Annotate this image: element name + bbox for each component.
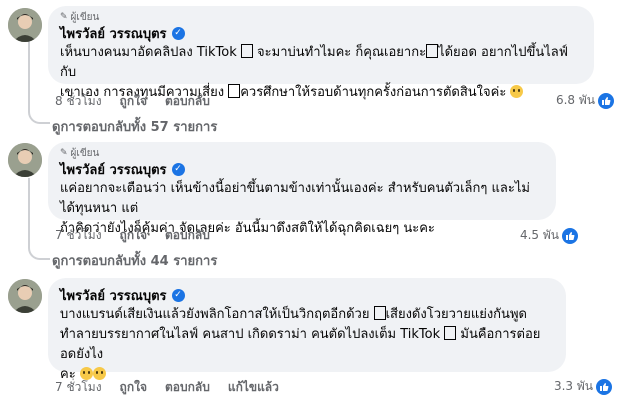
author-name[interactable]: ไพรวัลย์ วรรณบุตร: [60, 285, 167, 306]
unknown-glyph-icon: [426, 44, 439, 58]
author-badge: ✎ ผู้เขียน: [60, 147, 100, 159]
timestamp[interactable]: 8 ชั่วโมง: [55, 92, 102, 111]
comment-actions: 8 ชั่วโมง ถูกใจ ตอบกลับ: [55, 92, 210, 111]
reply-button[interactable]: ตอบกลับ: [165, 378, 210, 397]
avatar[interactable]: [8, 279, 42, 313]
like-button[interactable]: ถูกใจ: [120, 226, 147, 245]
avatar[interactable]: [8, 8, 42, 42]
comment-text-segment: ควรศึกษาให้รอบด้านทุกครั้งก่อนการตัดสินใ…: [240, 85, 511, 100]
pencil-icon: ✎: [60, 148, 68, 158]
emoji-icon: [510, 85, 524, 98]
pencil-icon: ✎: [60, 12, 68, 22]
unknown-glyph-icon: [240, 44, 253, 58]
thread-line: [28, 178, 30, 244]
comment-bubble: ✎ ผู้เขียน ไพรวัลย์ วรรณบุตร ✓ แค่อยากจะ…: [48, 142, 556, 236]
like-button[interactable]: ถูกใจ: [120, 378, 147, 397]
verified-check-icon: ✓: [171, 163, 185, 176]
verified-check-icon: ✓: [171, 27, 185, 40]
timestamp[interactable]: 7 ชั่วโมง: [55, 378, 102, 397]
like-button[interactable]: ถูกใจ: [120, 92, 147, 111]
thread-line: [28, 40, 30, 110]
thumbs-up-icon: [596, 378, 612, 395]
comment-text-segment: เสียงดังโวยวายแย่งกันพูด: [385, 307, 527, 322]
comment-text-segment: ทำลายบรรยากาศในไลฟ์ คนสาป เกิดดราม่า คนต…: [60, 327, 445, 342]
author-badge: ✎ ผู้เขียน: [60, 11, 100, 23]
comment-text-segment: จะมาบ่นทำไมคะ ก็คุณเอยากะ: [252, 45, 427, 60]
edited-label[interactable]: แก้ไขแล้ว: [228, 378, 279, 397]
view-replies-link[interactable]: ดูการตอบกลับทั้ง 57 รายการ: [52, 116, 217, 137]
comment-line: บางแบรนด์เสียเงินแล้วยังพลิกโอกาสให้เป็น…: [60, 305, 554, 325]
reply-button[interactable]: ตอบกลับ: [165, 226, 210, 245]
author-name[interactable]: ไพรวัลย์ วรรณบุตร: [60, 23, 167, 44]
thread-connector: [28, 244, 50, 260]
comment-line: แค่อยากจะเตือนว่า เห็นข้างนี้อย่าขึ้นตาม…: [60, 179, 544, 219]
comment-line: เห็นบางคนมาอัดคลิปลง TikTok จะมาบ่นทำไมค…: [60, 43, 582, 83]
timestamp[interactable]: 7 ชั่วโมง: [55, 226, 102, 245]
comment-actions: 7 ชั่วโมง ถูกใจ ตอบกลับ: [55, 226, 210, 245]
unknown-glyph-icon: [228, 84, 241, 98]
comment-line: ทำลายบรรยากาศในไลฟ์ คนสาป เกิดดราม่า คนต…: [60, 325, 554, 365]
thumbs-up-icon: [562, 227, 578, 244]
reaction-count[interactable]: 4.5 พัน: [520, 226, 578, 245]
unknown-glyph-icon: [373, 306, 386, 320]
comment-actions: 7 ชั่วโมง ถูกใจ ตอบกลับ แก้ไขแล้ว: [55, 378, 279, 397]
author-name[interactable]: ไพรวัลย์ วรรณบุตร: [60, 159, 167, 180]
comment-text-segment: เห็นบางคนมาอัดคลิปลง TikTok: [60, 45, 241, 60]
comment-bubble: ไพรวัลย์ วรรณบุตร ✓ บางแบรนด์เสียเงินแล้…: [48, 278, 566, 382]
thumbs-up-icon: [598, 92, 614, 109]
comment-text-segment: บางแบรนด์เสียเงินแล้วยังพลิกโอกาสให้เป็น…: [60, 307, 374, 322]
comment-bubble: ✎ ผู้เขียน ไพรวัลย์ วรรณบุตร ✓ เห็นบางคน…: [48, 6, 594, 100]
reaction-count[interactable]: 6.8 พัน: [556, 91, 614, 110]
avatar[interactable]: [8, 143, 42, 177]
verified-check-icon: ✓: [171, 289, 185, 302]
comment-text: บางแบรนด์เสียเงินแล้วยังพลิกโอกาสให้เป็น…: [60, 305, 554, 385]
reply-button[interactable]: ตอบกลับ: [165, 92, 210, 111]
reaction-count[interactable]: 3.3 พัน: [554, 377, 612, 396]
view-replies-link[interactable]: ดูการตอบกลับทั้ง 44 รายการ: [52, 250, 217, 271]
comment-text-segment: แค่อยากจะเตือนว่า เห็นข้างนี้อย่าขึ้นตาม…: [60, 181, 530, 216]
unknown-glyph-icon: [444, 326, 457, 340]
thread-connector: [28, 108, 50, 124]
